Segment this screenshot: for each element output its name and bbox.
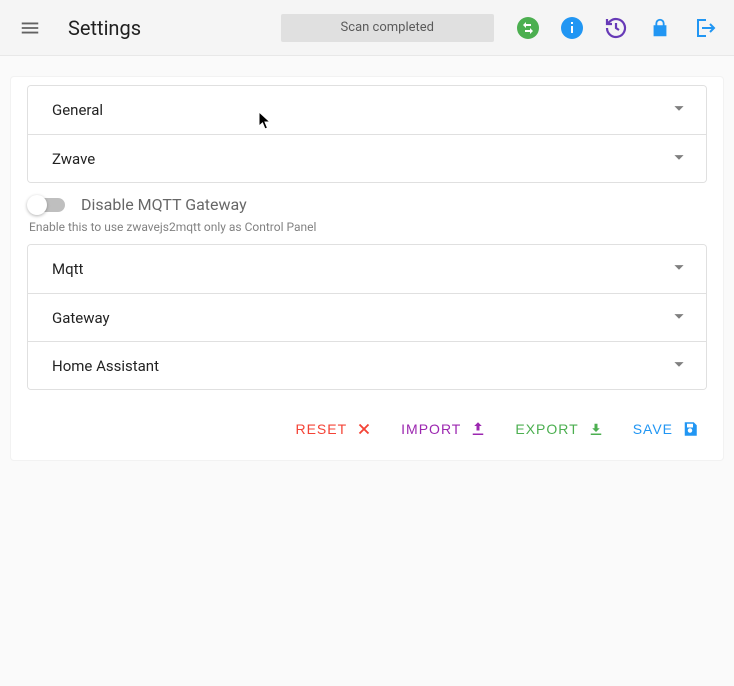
logout-button[interactable] bbox=[690, 14, 718, 42]
page-title: Settings bbox=[68, 16, 141, 40]
reset-button[interactable]: RESET bbox=[291, 416, 377, 442]
menu-button[interactable] bbox=[12, 10, 48, 46]
export-label: EXPORT bbox=[515, 421, 578, 437]
save-label: SAVE bbox=[633, 421, 673, 437]
import-label: IMPORT bbox=[401, 421, 461, 437]
history-icon bbox=[604, 16, 628, 40]
info-button[interactable] bbox=[558, 14, 586, 42]
panel-zwave[interactable]: Zwave bbox=[28, 134, 706, 182]
panel-title: Home Assistant bbox=[52, 357, 159, 375]
panel-title: Gateway bbox=[52, 309, 110, 327]
panel-title: Zwave bbox=[52, 150, 95, 168]
panel-mqtt[interactable]: Mqtt bbox=[28, 245, 706, 293]
close-icon bbox=[355, 420, 373, 438]
upload-icon bbox=[469, 420, 487, 438]
save-button[interactable]: SAVE bbox=[629, 416, 703, 442]
chevron-down-icon bbox=[668, 353, 690, 379]
disable-mqtt-switch[interactable] bbox=[29, 198, 65, 212]
chevron-down-icon bbox=[668, 97, 690, 123]
disable-mqtt-hint: Enable this to use zwavejs2mqtt only as … bbox=[29, 220, 707, 234]
reset-label: RESET bbox=[295, 421, 347, 437]
lock-button[interactable] bbox=[646, 14, 674, 42]
app-bar: Settings Scan completed bbox=[0, 0, 734, 56]
import-button[interactable]: IMPORT bbox=[397, 416, 491, 442]
chevron-down-icon bbox=[668, 305, 690, 331]
lock-icon bbox=[649, 17, 671, 39]
sync-button[interactable] bbox=[514, 14, 542, 42]
chevron-down-icon bbox=[668, 256, 690, 282]
panel-gateway[interactable]: Gateway bbox=[28, 293, 706, 341]
export-button[interactable]: EXPORT bbox=[511, 416, 608, 442]
settings-card: General Zwave Disable MQTT Gateway Enabl… bbox=[10, 76, 724, 461]
action-row: RESET IMPORT EXPORT SAVE bbox=[11, 398, 723, 460]
save-icon bbox=[681, 420, 699, 438]
panel-group-1: General Zwave bbox=[27, 85, 707, 183]
info-icon bbox=[560, 16, 584, 40]
swap-icon bbox=[516, 16, 540, 40]
panel-general[interactable]: General bbox=[28, 86, 706, 134]
logout-icon bbox=[692, 16, 716, 40]
download-icon bbox=[587, 420, 605, 438]
panel-title: Mqtt bbox=[52, 260, 83, 278]
panel-group-2: Mqtt Gateway Home Assistant bbox=[27, 244, 707, 390]
disable-mqtt-block: Disable MQTT Gateway Enable this to use … bbox=[27, 195, 707, 234]
panel-title: General bbox=[52, 101, 103, 119]
history-button[interactable] bbox=[602, 14, 630, 42]
scan-status-chip: Scan completed bbox=[281, 14, 494, 42]
chevron-down-icon bbox=[668, 146, 690, 172]
switch-thumb bbox=[27, 195, 47, 215]
disable-mqtt-label: Disable MQTT Gateway bbox=[81, 195, 247, 214]
panel-home-assistant[interactable]: Home Assistant bbox=[28, 341, 706, 389]
hamburger-icon bbox=[19, 17, 41, 39]
